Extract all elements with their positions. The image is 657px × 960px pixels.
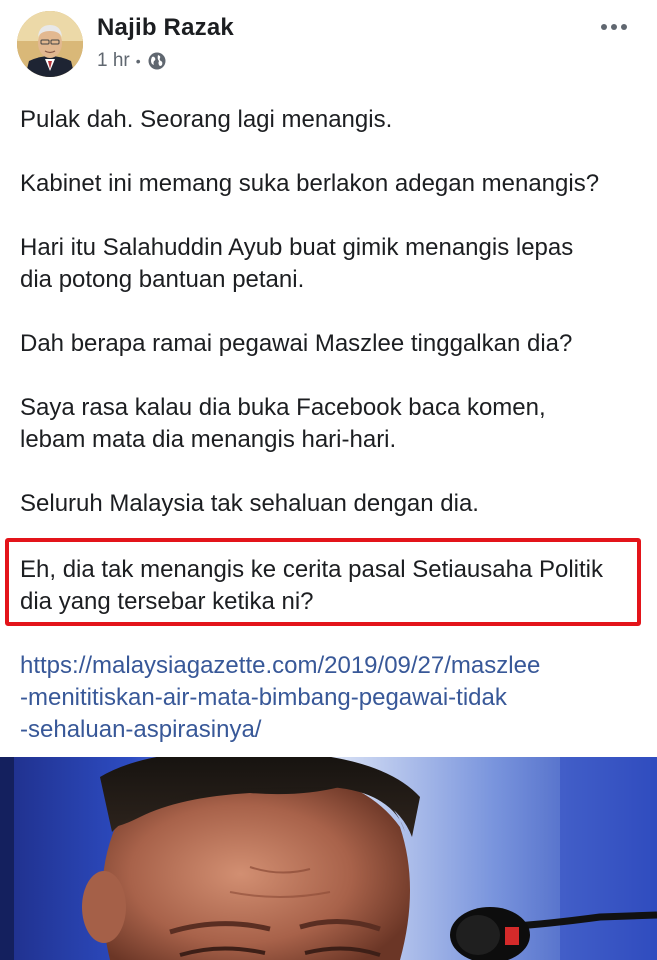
post-paragraph: Hari itu Salahuddin Ayub buat gimik mena… [20, 234, 574, 293]
post-paragraph: Pulak dah. Seorang lagi menangis. [20, 106, 393, 133]
highlighted-paragraph: Eh, dia tak menangis ke cerita pasal Set… [20, 556, 603, 615]
post-link[interactable]: https://malaysiagazette.com/2019/09/27/m… [20, 650, 540, 746]
meta-separator: • [135, 53, 141, 69]
facebook-post: Najib Razak 1 hr • Pulak dah. Seorang la… [0, 0, 657, 960]
post-image[interactable] [0, 757, 657, 960]
globe-icon[interactable] [147, 51, 167, 71]
post-paragraph: Saya rasa kalau dia buka Facebook baca k… [20, 394, 546, 453]
avatar-photo [17, 11, 83, 77]
post-paragraph: Kabinet ini memang suka berlakon adegan … [20, 170, 600, 197]
avatar[interactable] [17, 11, 83, 77]
post-paragraph: Seluruh Malaysia tak sehaluan dengan dia… [20, 490, 479, 517]
crying-man-photo [0, 757, 657, 960]
author-name[interactable]: Najib Razak [97, 14, 234, 42]
post-meta: 1 hr • [97, 50, 167, 72]
post-time[interactable]: 1 hr [97, 50, 130, 72]
more-options-icon[interactable] [599, 12, 629, 34]
post-paragraph: Dah berapa ramai pegawai Maszlee tinggal… [20, 330, 573, 357]
post-header: Najib Razak 1 hr • [0, 0, 657, 90]
